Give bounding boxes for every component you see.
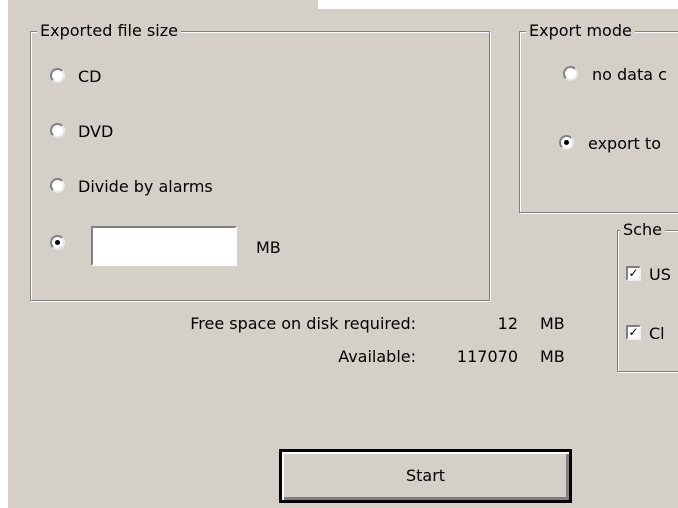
top-strip [318,0,678,9]
custom-size-unit: MB [256,238,281,257]
divide-by-alarms-radio[interactable] [50,178,65,193]
radio-selected-dot [55,240,60,245]
dvd-label[interactable]: DVD [78,122,113,142]
us-label[interactable]: US [649,265,671,285]
cl-checkbox[interactable]: ✓ [626,325,641,340]
export-to-radio[interactable] [559,135,574,150]
cd-radio[interactable] [50,68,65,83]
start-button[interactable]: Start [279,449,572,503]
dvd-radio[interactable] [50,123,65,138]
radio-selected-dot [564,140,569,145]
cl-label[interactable]: Cl [649,324,665,344]
free-space-required-label: Free space on disk required: [190,314,416,333]
us-checkbox[interactable]: ✓ [626,266,641,281]
custom-size-radio[interactable] [50,235,65,250]
no-data-label[interactable]: no data c [592,65,667,85]
schedule-title: Sche [620,220,665,240]
available-unit: MB [540,347,565,366]
free-space-required-value: 12 [497,314,518,333]
available-value: 117070 [456,347,518,366]
available-label: Available: [338,347,416,366]
cd-label[interactable]: CD [78,67,102,87]
custom-size-input[interactable] [91,226,237,266]
schedule-group: Sche [617,220,678,372]
divide-by-alarms-label[interactable]: Divide by alarms [78,177,213,197]
free-space-required-unit: MB [540,314,565,333]
no-data-radio[interactable] [563,66,578,81]
export-mode-title: Export mode [526,21,635,41]
exported-file-size-title: Exported file size [37,21,181,41]
export-mode-group: Export mode [519,21,678,213]
export-to-label[interactable]: export to [588,134,661,154]
